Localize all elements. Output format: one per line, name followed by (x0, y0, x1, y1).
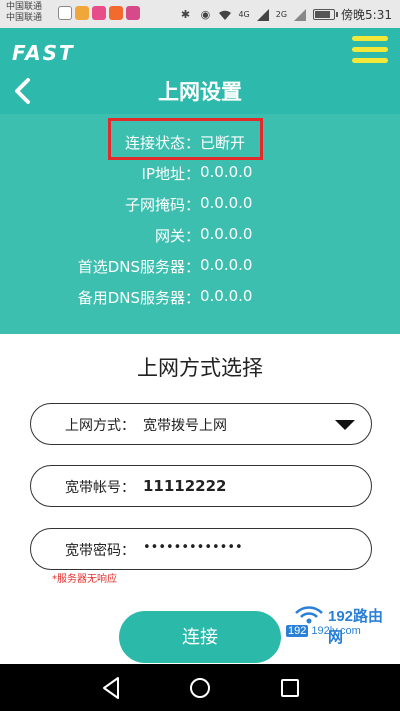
menu-button[interactable] (352, 36, 388, 66)
app-notification-icon (75, 6, 89, 20)
status-row-dns1: 首选DNS服务器： 0.0.0.0 (0, 256, 400, 280)
subnet-value: 0.0.0.0 (200, 194, 253, 212)
network-type-4g: 4G (238, 10, 250, 19)
square-recents-icon (281, 679, 299, 697)
broadband-account-field[interactable]: 宽带帐号： 11112222 (30, 465, 372, 507)
section-title: 上网方式选择 (137, 356, 263, 380)
dns1-label: 首选DNS服务器： (77, 258, 200, 276)
status-highlight-box (108, 118, 263, 160)
brand-logo: FAST (12, 41, 75, 65)
carrier-1: 中国联通 (6, 2, 43, 12)
bluetooth-icon: ✱ (180, 7, 191, 21)
battery-icon (313, 9, 339, 20)
password-value[interactable]: ••••••••••••• (143, 540, 243, 555)
carrier-labels: 中国联通 中国联通 (6, 2, 42, 24)
clock: 傍晚5:31 (341, 8, 392, 22)
gateway-label: 网关： (154, 227, 200, 245)
broadband-password-field[interactable]: 宽带密码： ••••••••••••• (30, 528, 372, 570)
status-row-subnet: 子网掩码： 0.0.0.0 (0, 194, 400, 218)
signal-icon (293, 8, 307, 21)
battery-level (315, 11, 331, 18)
account-label: 宽带帐号： (65, 480, 135, 496)
app-notification-icon (109, 6, 123, 20)
system-nav-bar (0, 664, 400, 711)
ip-label: IP地址： (141, 165, 200, 183)
carrier-2: 中国联通 (6, 13, 43, 23)
signal-icon (256, 8, 270, 21)
notification-icons (58, 6, 140, 20)
watermark-subtitle: 192 192ly.com (286, 625, 361, 637)
nav-home-button[interactable] (186, 674, 214, 702)
account-value[interactable]: 11112222 (143, 477, 227, 495)
connect-button[interactable]: 连接 (119, 611, 281, 663)
mode-label: 上网方式： (65, 418, 135, 434)
dns1-value: 0.0.0.0 (200, 256, 253, 274)
connection-mode-select[interactable]: 上网方式： 宽带拨号上网 (30, 403, 372, 445)
nav-back-button[interactable] (98, 674, 126, 702)
watermark-domain: 192ly.com (311, 625, 361, 637)
menu-icon-bar (352, 47, 388, 52)
watermark-box: 192 (286, 625, 309, 637)
nav-recents-button[interactable] (276, 674, 304, 702)
dns2-value: 0.0.0.0 (200, 287, 253, 305)
mode-value: 宽带拨号上网 (143, 418, 227, 434)
status-bar: 中国联通 中国联通 ✱ ◉ 4G 2G 傍晚5:31 (0, 0, 400, 28)
menu-icon-bar (352, 58, 388, 63)
app-notification-icon (126, 6, 140, 20)
wifi-icon (218, 9, 232, 21)
app-notification-icon (92, 6, 106, 20)
wechat-icon (58, 6, 72, 20)
triangle-back-icon (103, 677, 119, 699)
watermark: 192路由网 192 192ly.com (286, 605, 398, 646)
wifi-watermark-icon (295, 606, 323, 624)
subnet-label: 子网掩码： (124, 196, 200, 214)
dns2-label: 备用DNS服务器： (77, 289, 200, 307)
eye-comfort-icon: ◉ (200, 7, 211, 21)
status-row-gateway: 网关： 0.0.0.0 (0, 225, 400, 249)
circle-home-icon (190, 678, 210, 698)
app-header: FAST 上网设置 (0, 28, 400, 114)
status-row-ip: IP地址： 0.0.0.0 (0, 163, 400, 187)
status-row-dns2: 备用DNS服务器： 0.0.0.0 (0, 287, 400, 311)
system-icons: ✱ ◉ 4G 2G 傍晚5:31 (178, 6, 392, 23)
menu-icon-bar (352, 36, 388, 41)
gateway-value: 0.0.0.0 (200, 225, 253, 243)
ip-value: 0.0.0.0 (200, 163, 253, 181)
page-title: 上网设置 (158, 80, 242, 104)
server-error-hint: *服务器无响应 (52, 574, 117, 585)
dropdown-arrow-icon[interactable] (335, 420, 355, 430)
password-label: 宽带密码： (65, 543, 135, 559)
network-type-2g: 2G (275, 10, 288, 19)
